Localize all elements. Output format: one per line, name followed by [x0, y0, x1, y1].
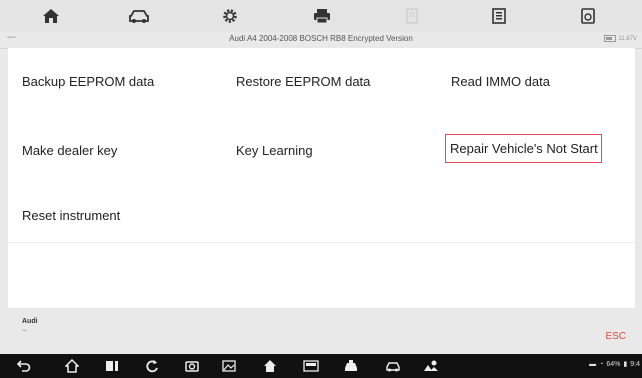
car-icon[interactable] — [128, 5, 150, 27]
vehicle-title: Audi A4 2004-2008 BOSCH RB8 Encrypted Ve… — [229, 34, 413, 43]
battery-percent: 64% — [606, 360, 621, 368]
screenshot-icon[interactable] — [577, 5, 599, 27]
phone-battery-icon: ▮ — [623, 361, 628, 368]
back-icon[interactable] — [16, 358, 32, 374]
message-icon: ▬ — [589, 360, 597, 368]
vehicle-info-faint: ▪▪▪ — [22, 328, 28, 334]
gear-icon[interactable] — [219, 5, 241, 27]
esc-button[interactable]: ESC — [605, 331, 626, 342]
recent-apps-icon[interactable] — [104, 358, 120, 374]
voltage-value: 11.87V — [618, 35, 637, 42]
diagnostics-icon[interactable] — [343, 358, 359, 374]
car-nav-icon[interactable] — [385, 358, 401, 374]
panel-divider — [8, 242, 635, 243]
reset-instrument-button[interactable]: Reset instrument — [22, 208, 120, 223]
wifi-icon: ◔ — [599, 360, 604, 368]
printer-icon[interactable] — [311, 5, 333, 27]
make-dealer-key-button[interactable]: Make dealer key — [22, 143, 117, 158]
document-icon[interactable] — [401, 5, 423, 27]
repair-vehicle-not-start-button[interactable]: Repair Vehicle's Not Start — [445, 134, 602, 163]
title-bar: ▪▪▪▪ Audi A4 2004-2008 BOSCH RB8 Encrypt… — [0, 32, 642, 49]
home-nav-icon[interactable] — [64, 358, 80, 374]
function-panel: Backup EEPROM data Restore EEPROM data R… — [8, 48, 635, 308]
remote-expert-icon[interactable] — [423, 358, 439, 374]
android-nav-bar: ▬ ◔ 64% ▮ 9:4 — [0, 354, 642, 378]
save-icon[interactable] — [488, 5, 510, 27]
footer-bar: Audi ▪▪▪ ESC — [0, 309, 642, 354]
vci-icon[interactable] — [303, 358, 319, 374]
screen-capture-icon[interactable] — [184, 358, 200, 374]
backup-eeprom-button[interactable]: Backup EEPROM data — [22, 74, 154, 89]
voltage-indicator: 11.87V — [604, 35, 637, 42]
refresh-icon[interactable] — [144, 358, 160, 374]
key-learning-button[interactable]: Key Learning — [236, 143, 313, 158]
image-icon[interactable] — [221, 358, 237, 374]
read-immo-button[interactable]: Read IMMO data — [451, 74, 550, 89]
top-toolbar — [0, 0, 642, 32]
status-area: ▬ ◔ 64% ▮ 9:4 — [589, 360, 640, 369]
home-icon[interactable] — [40, 5, 62, 27]
clock: 9:4 — [630, 360, 640, 368]
battery-icon — [604, 35, 617, 42]
restore-eeprom-button[interactable]: Restore EEPROM data — [236, 74, 370, 89]
home-app-icon[interactable] — [262, 358, 278, 374]
vehicle-make: Audi — [22, 318, 38, 325]
